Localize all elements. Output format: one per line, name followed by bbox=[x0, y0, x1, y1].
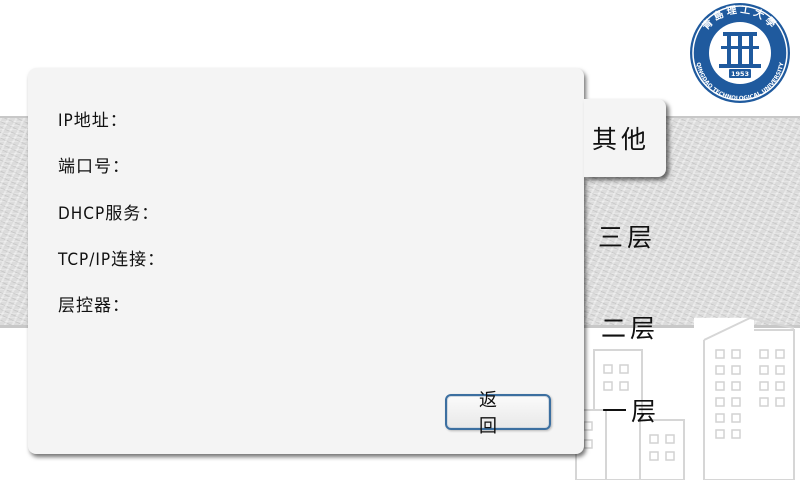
tab-floor-2[interactable]: 二层 bbox=[601, 309, 659, 345]
tab-floor-1[interactable]: 一层 bbox=[602, 392, 660, 428]
tcp-ip-connection-label: TCP/IP连接： bbox=[58, 250, 166, 270]
back-button[interactable]: 返回 bbox=[445, 390, 551, 437]
ip-address-label: IP地址： bbox=[58, 111, 128, 131]
university-logo-icon: 青島理工大學 QINGDAO TECHNOLOGICAL UNIVERSITY … bbox=[690, 3, 790, 103]
dhcp-service-label: DHCP服务： bbox=[58, 204, 160, 224]
tab-other[interactable]: 其他 bbox=[584, 99, 666, 177]
settings-panel: IP地址： 端口号： DHCP服务： TCP/IP连接： 层控器： 返回 bbox=[28, 68, 584, 454]
port-number-label: 端口号： bbox=[58, 157, 130, 177]
logo-year: 1953 bbox=[731, 70, 749, 78]
floor-controller-label: 层控器： bbox=[58, 296, 130, 316]
tab-floor-3[interactable]: 三层 bbox=[598, 218, 656, 254]
